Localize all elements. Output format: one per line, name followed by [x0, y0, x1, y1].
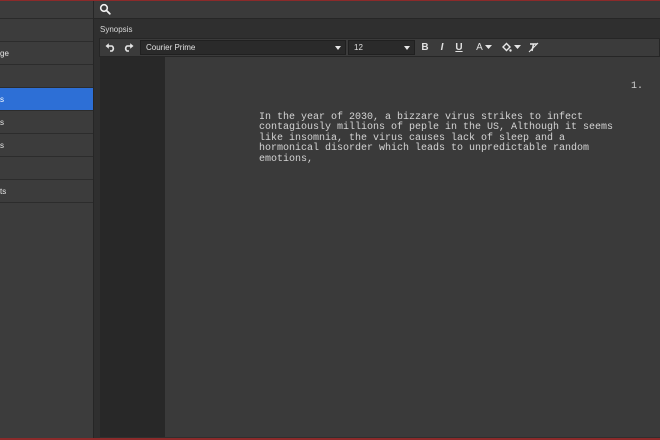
italic-button[interactable]: I [435, 39, 449, 56]
sidebar-item-label: s [0, 118, 4, 127]
chevron-down-icon [514, 45, 521, 49]
sidebar-item-5[interactable]: s [0, 134, 93, 157]
chevron-down-icon [404, 46, 410, 50]
script-page[interactable]: 1. In the year of 2030, a bizzare virus … [165, 57, 660, 437]
search-icon[interactable] [99, 3, 111, 15]
underline-button[interactable]: U [452, 39, 466, 56]
page-number: 1. [630, 81, 643, 92]
sidebar-item-2[interactable] [0, 65, 93, 88]
main-panel: Synopsis Courier Prime 12 B I U A 1. In … [94, 1, 660, 438]
text-color-button[interactable]: A [472, 39, 496, 56]
sidebar-item-0[interactable] [0, 19, 93, 42]
font-size-select[interactable]: 12 [348, 40, 415, 55]
font-size-value: 12 [354, 43, 363, 52]
undo-button[interactable] [102, 39, 118, 56]
font-family-value: Courier Prime [146, 43, 196, 52]
section-title: Synopsis [100, 25, 133, 34]
sidebar-item-label: s [0, 95, 4, 104]
font-family-select[interactable]: Courier Prime [140, 40, 346, 55]
highlight-color-button[interactable] [499, 39, 523, 56]
redo-icon [124, 43, 133, 52]
sidebar-item-7[interactable]: ts [0, 180, 93, 203]
sidebar-item-label: s [0, 141, 4, 150]
sidebar-header [0, 1, 93, 19]
sidebar-item-label: ge [0, 49, 9, 58]
undo-icon [105, 43, 114, 52]
sidebar-item-label: ts [0, 187, 7, 196]
sidebar-item-page[interactable]: ge [0, 42, 93, 65]
search-bar[interactable] [94, 1, 660, 19]
sidebar: ge s s s ts [0, 1, 94, 438]
editor-gutter [100, 57, 165, 437]
sidebar-item-4[interactable]: s [0, 111, 93, 134]
redo-button[interactable] [120, 39, 136, 56]
sidebar-item-synopsis[interactable]: s [0, 88, 93, 111]
text-color-icon: A [476, 42, 483, 53]
clear-formatting-button[interactable] [526, 39, 540, 56]
clear-formatting-icon [528, 42, 538, 53]
paint-bucket-icon [502, 42, 512, 52]
sidebar-item-6[interactable] [0, 157, 93, 180]
synopsis-text[interactable]: In the year of 2030, a bizzare virus str… [259, 112, 639, 165]
editor-toolbar: Courier Prime 12 B I U A [99, 38, 660, 57]
bold-button[interactable]: B [418, 39, 432, 56]
chevron-down-icon [335, 46, 341, 50]
chevron-down-icon [484, 45, 492, 49]
